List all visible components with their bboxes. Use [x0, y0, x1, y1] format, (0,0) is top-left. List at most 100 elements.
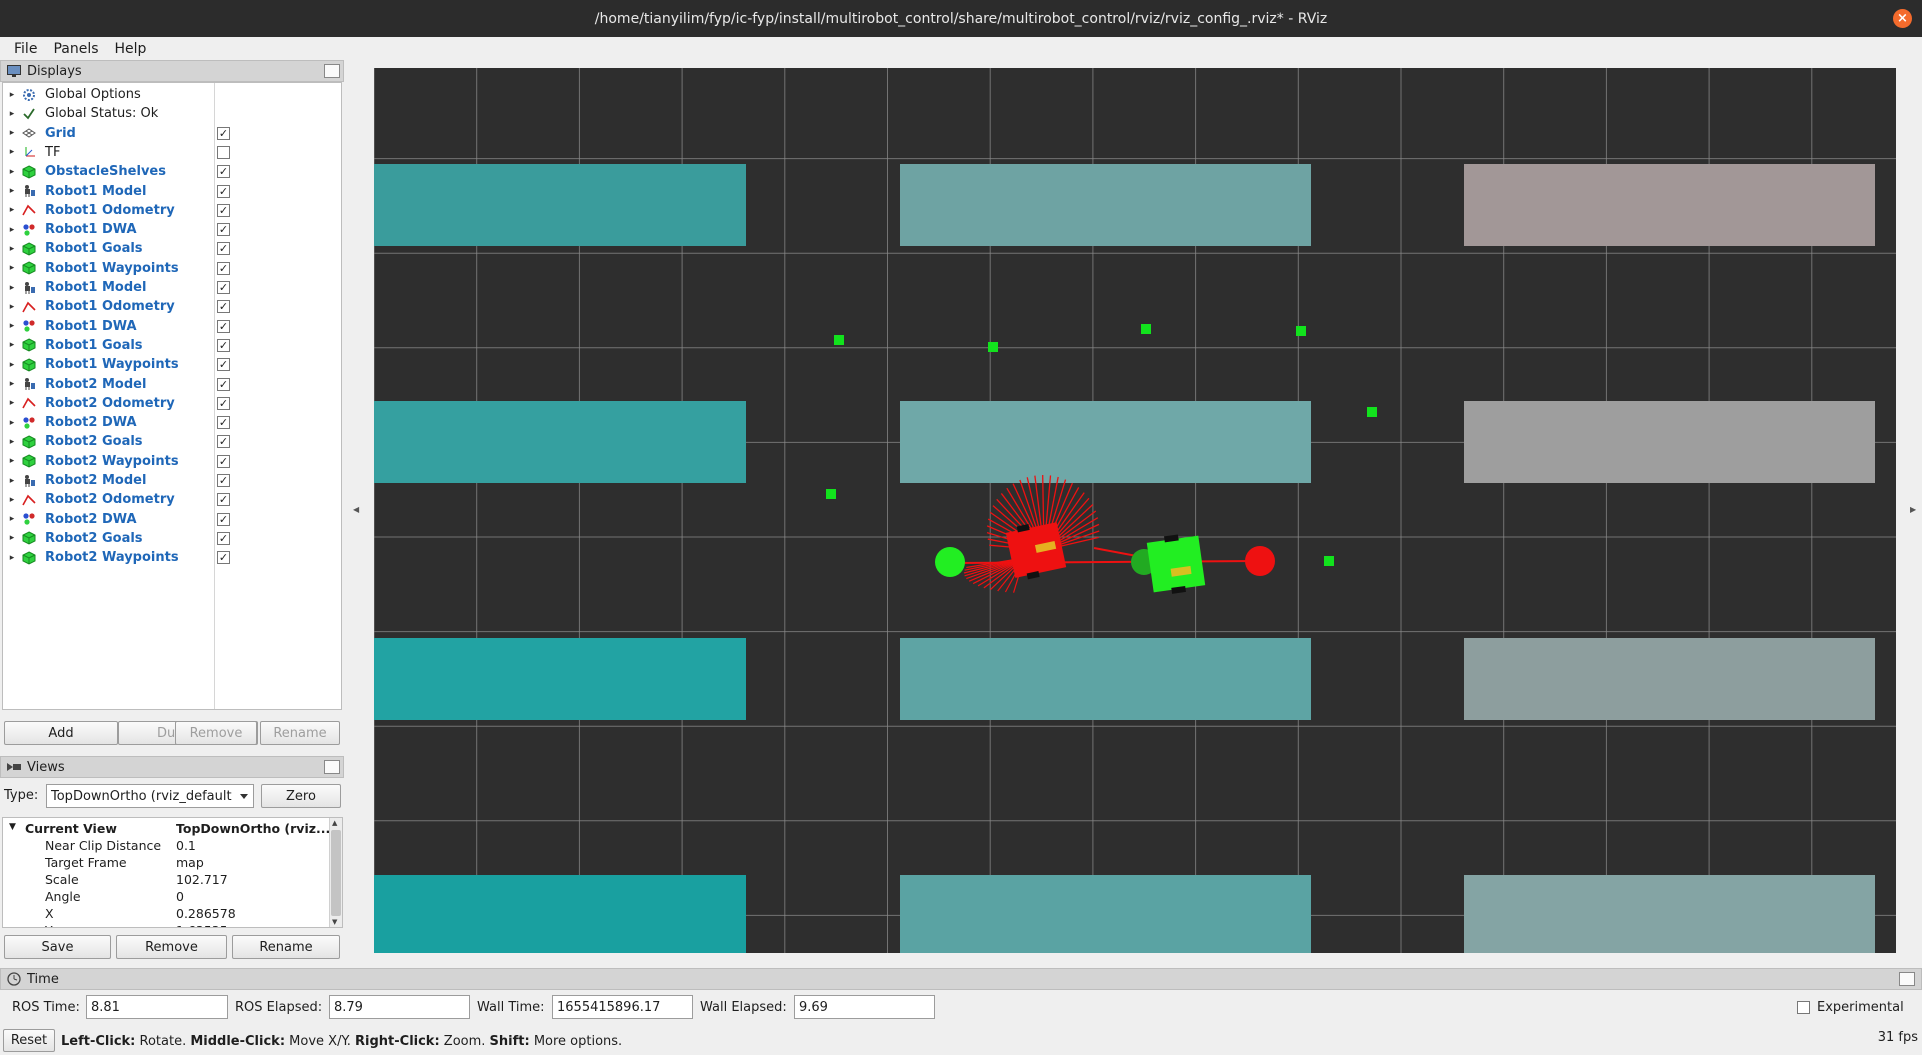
display-item[interactable]: ▸ ObstacleShelves ✓ — [3, 162, 341, 181]
rename-view-button[interactable]: Rename — [232, 935, 340, 959]
display-item[interactable]: ▸ Robot2 Model ✓ — [3, 375, 341, 394]
scroll-down-icon[interactable]: ▼ — [332, 918, 337, 926]
properties-scrollbar[interactable]: ▲ ▼ — [329, 818, 342, 927]
expand-arrow-icon[interactable]: ▸ — [3, 147, 21, 157]
expand-arrow-icon[interactable]: ▸ — [3, 553, 21, 563]
expand-arrow-icon[interactable]: ▸ — [3, 90, 21, 100]
remove-view-button[interactable]: Remove — [116, 935, 227, 959]
display-enable-checkbox[interactable]: ✓ — [217, 531, 230, 545]
expand-arrow-icon[interactable]: ▸ — [3, 283, 21, 293]
property-value[interactable]: 0.1 — [176, 838, 196, 853]
display-enable-checkbox[interactable]: ✓ — [217, 319, 230, 333]
reset-button[interactable]: Reset — [3, 1029, 55, 1052]
display-enable-checkbox[interactable]: ✓ — [217, 377, 230, 391]
close-window-button[interactable]: × — [1893, 9, 1912, 28]
display-enable-checkbox[interactable]: ✓ — [217, 435, 230, 449]
display-enable-checkbox[interactable]: ✓ — [217, 551, 230, 565]
expand-arrow-icon[interactable]: ▸ — [3, 109, 21, 119]
expand-arrow-icon[interactable]: ▸ — [3, 186, 21, 196]
undock-views-button[interactable] — [324, 760, 340, 774]
expand-arrow-icon[interactable]: ▸ — [3, 263, 21, 273]
property-group-row[interactable]: ▼ Current View TopDownOrtho (rviz... — [3, 820, 330, 837]
expand-arrow-icon[interactable]: ▸ — [3, 437, 21, 447]
display-item[interactable]: ▸ Robot2 Model ✓ — [3, 471, 341, 490]
display-enable-checkbox[interactable]: ✓ — [217, 223, 230, 237]
view-properties[interactable]: Y1.63535X0.286578Angle0Scale102.717Targe… — [2, 817, 343, 928]
expand-arrow-icon[interactable]: ▸ — [3, 340, 21, 350]
display-item[interactable]: ▸ Robot1 Waypoints ✓ — [3, 259, 341, 278]
expand-arrow-icon[interactable]: ▸ — [3, 495, 21, 505]
menu-file[interactable]: File — [6, 41, 45, 57]
display-enable-checkbox[interactable]: ✓ — [217, 338, 230, 352]
collapse-arrow-icon[interactable]: ▼ — [9, 822, 16, 832]
display-enable-checkbox[interactable]: ✓ — [217, 358, 230, 372]
display-item[interactable]: ▸ Robot1 Odometry ✓ — [3, 201, 341, 220]
display-item[interactable]: ▸ TF — [3, 143, 341, 162]
undock-panel-button[interactable] — [324, 64, 340, 78]
expand-arrow-icon[interactable]: ▸ — [3, 476, 21, 486]
display-item[interactable]: ▸ Robot1 DWA ✓ — [3, 317, 341, 336]
display-item[interactable]: ▸ Global Options — [3, 85, 341, 104]
expand-arrow-icon[interactable]: ▸ — [3, 379, 21, 389]
display-item[interactable]: ▸ Robot2 Waypoints ✓ — [3, 452, 341, 471]
collapse-right-icon[interactable]: ▶ — [1910, 505, 1916, 514]
scroll-up-icon[interactable]: ▲ — [332, 819, 337, 827]
property-value[interactable]: 0 — [176, 889, 184, 904]
property-value[interactable]: TopDownOrtho (rviz... — [176, 821, 330, 836]
display-enable-checkbox[interactable]: ✓ — [217, 416, 230, 430]
property-value[interactable]: 1.63535 — [176, 923, 228, 927]
display-enable-checkbox[interactable]: ✓ — [217, 242, 230, 256]
display-enable-checkbox[interactable]: ✓ — [217, 281, 230, 294]
expand-arrow-icon[interactable]: ▸ — [3, 514, 21, 524]
scrollbar-thumb[interactable] — [331, 830, 341, 916]
expand-arrow-icon[interactable]: ▸ — [3, 418, 21, 428]
menu-help[interactable]: Help — [107, 41, 155, 57]
expand-arrow-icon[interactable]: ▸ — [3, 167, 21, 177]
property-row[interactable]: Angle 0 — [3, 888, 329, 905]
display-item[interactable]: ▸ Robot1 Model ✓ — [3, 278, 341, 297]
display-enable-checkbox[interactable]: ✓ — [217, 300, 230, 314]
display-enable-checkbox[interactable]: ✓ — [217, 184, 230, 198]
display-item[interactable]: ▸ Global Status: Ok — [3, 104, 341, 123]
experimental-checkbox[interactable] — [1797, 1001, 1810, 1014]
rename-display-button[interactable]: Rename — [260, 721, 340, 745]
display-item[interactable]: ▸ Robot1 Waypoints ✓ — [3, 355, 341, 374]
display-enable-checkbox[interactable]: ✓ — [217, 396, 230, 410]
ros-elapsed-field[interactable]: 8.79 — [329, 995, 470, 1019]
expand-arrow-icon[interactable]: ▸ — [3, 456, 21, 466]
view-type-select[interactable]: TopDownOrtho (rviz_default — [46, 784, 254, 808]
expand-arrow-icon[interactable]: ▸ — [3, 244, 21, 254]
expand-arrow-icon[interactable]: ▸ — [3, 128, 21, 138]
display-item[interactable]: ▸ Robot2 DWA ✓ — [3, 413, 341, 432]
display-item[interactable]: ▸ Robot1 Model ✓ — [3, 182, 341, 201]
display-item[interactable]: ▸ Robot1 DWA ✓ — [3, 220, 341, 239]
property-row[interactable]: Near Clip Distance 0.1 — [3, 837, 329, 854]
expand-arrow-icon[interactable]: ▸ — [3, 360, 21, 370]
display-item[interactable]: ▸ Robot2 Goals ✓ — [3, 432, 341, 451]
property-value[interactable]: 102.717 — [176, 872, 228, 887]
display-enable-checkbox[interactable]: ✓ — [217, 512, 230, 526]
expand-arrow-icon[interactable]: ▸ — [3, 225, 21, 235]
zero-view-button[interactable]: Zero — [261, 784, 341, 808]
scene-canvas[interactable] — [374, 68, 1896, 953]
display-item[interactable]: ▸ Robot2 DWA ✓ — [3, 510, 341, 529]
undock-time-button[interactable] — [1899, 972, 1915, 986]
collapse-left-icon[interactable]: ◀ — [353, 505, 359, 514]
menu-panels[interactable]: Panels — [45, 41, 106, 57]
wall-elapsed-field[interactable]: 9.69 — [794, 995, 935, 1019]
display-enable-checkbox[interactable]: ✓ — [217, 165, 230, 179]
save-view-button[interactable]: Save — [4, 935, 111, 959]
expand-arrow-icon[interactable]: ▸ — [3, 302, 21, 312]
expand-arrow-icon[interactable]: ▸ — [3, 321, 21, 331]
ros-time-field[interactable]: 8.81 — [86, 995, 228, 1019]
property-row[interactable]: X 0.286578 — [3, 905, 329, 922]
display-item[interactable]: ▸ Grid ✓ — [3, 124, 341, 143]
display-enable-checkbox[interactable]: ✓ — [217, 126, 230, 140]
display-item[interactable]: ▸ Robot2 Goals ✓ — [3, 529, 341, 548]
property-row[interactable]: Y 1.63535 — [3, 922, 329, 927]
property-row[interactable]: Scale 102.717 — [3, 871, 329, 888]
add-display-button[interactable]: Add — [4, 721, 118, 745]
display-item[interactable]: ▸ Robot1 Goals ✓ — [3, 336, 341, 355]
display-enable-checkbox[interactable] — [217, 145, 230, 159]
display-enable-checkbox[interactable]: ✓ — [217, 454, 230, 468]
